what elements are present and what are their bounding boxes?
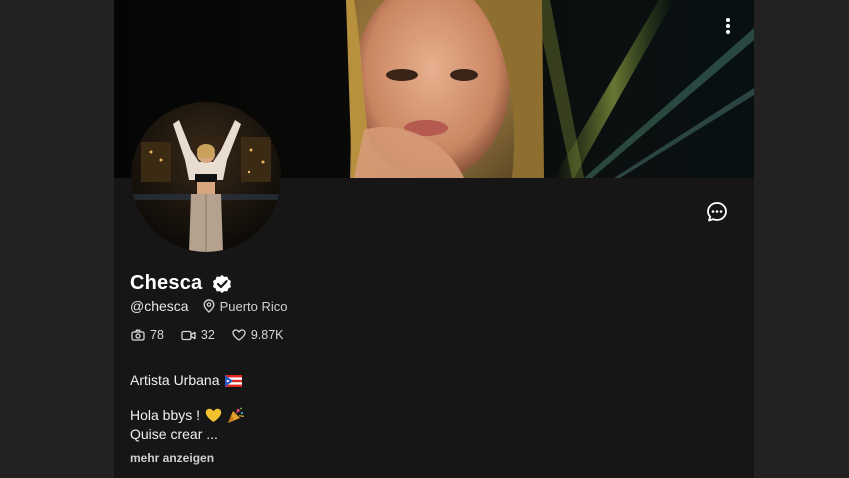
- bio-greeting: Hola bbys !: [130, 407, 201, 423]
- stat-photos[interactable]: 78: [131, 328, 164, 342]
- map-pin-icon: [203, 299, 215, 313]
- location-label: Puerto Rico: [219, 298, 288, 314]
- name-row: Chesca: [130, 272, 233, 295]
- likes-count: 9.87K: [250, 328, 284, 342]
- heart-icon: [232, 329, 246, 341]
- stats-row: 78 32 9.87K: [131, 328, 283, 342]
- profile-location: Puerto Rico: [203, 299, 288, 314]
- stat-videos[interactable]: 32: [181, 328, 215, 342]
- bio-line-2: Quise crear ...: [130, 426, 218, 442]
- more-vertical-icon: [726, 18, 730, 34]
- avatar[interactable]: [131, 102, 281, 252]
- more-options-button[interactable]: [716, 12, 740, 40]
- chat-bubble-icon: [707, 202, 727, 222]
- stat-likes[interactable]: 9.87K: [232, 328, 284, 342]
- bio-tagline: Artista Urbana: [130, 372, 220, 388]
- bio: Artista Urbana Hola bbys ! Quise crear .…: [130, 371, 245, 444]
- bio-greeting-row: Hola bbys !: [130, 406, 245, 425]
- show-more-link[interactable]: mehr anzeigen: [130, 451, 214, 465]
- profile-handle: @chesca: [130, 298, 189, 314]
- profile-card: Chesca @chesca Puerto Rico 78 32 9.87K A…: [114, 0, 754, 478]
- camera-icon: [131, 329, 145, 341]
- profile-name: Chesca: [130, 272, 203, 294]
- photos-count: 78: [150, 328, 164, 342]
- videos-count: 32: [200, 328, 215, 342]
- puerto-rico-flag-icon: [225, 374, 243, 387]
- yellow-heart-icon: [205, 408, 222, 422]
- handle-row: @chesca Puerto Rico: [130, 298, 288, 314]
- page: Chesca @chesca Puerto Rico 78 32 9.87K A…: [0, 0, 849, 478]
- video-icon: [181, 330, 196, 340]
- party-popper-icon: [228, 407, 245, 423]
- verified-check-icon: [213, 274, 232, 293]
- message-button[interactable]: [704, 199, 730, 225]
- bio-tagline-row: Artista Urbana: [130, 371, 245, 390]
